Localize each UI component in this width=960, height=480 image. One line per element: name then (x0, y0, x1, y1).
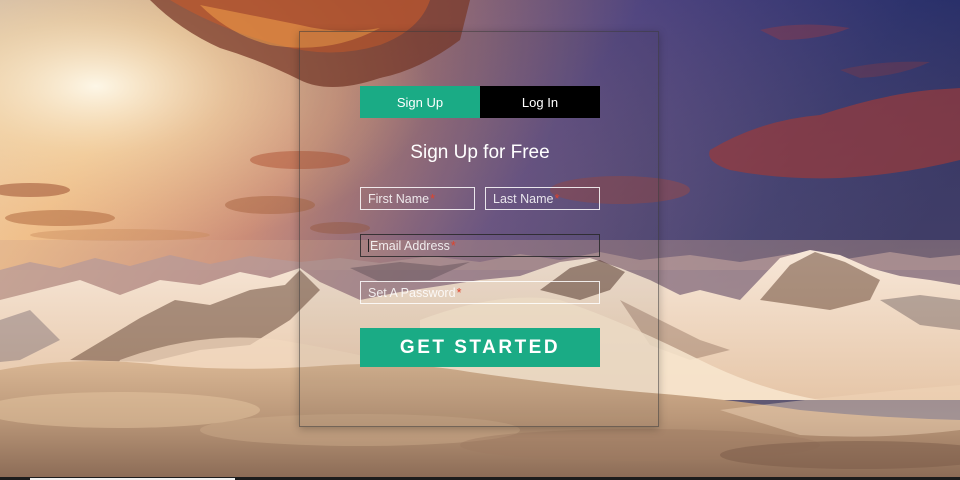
auth-tabs: Sign Up Log In (360, 86, 600, 118)
last-name-input[interactable]: Last Name * (485, 187, 600, 210)
password-input[interactable]: Set A Password * (360, 281, 600, 304)
get-started-button[interactable]: GET STARTED (360, 328, 600, 367)
required-asterisk: * (456, 285, 462, 300)
required-asterisk: * (554, 191, 560, 206)
first-name-input[interactable]: First Name * (360, 187, 475, 210)
required-asterisk: * (450, 238, 456, 253)
text-caret (368, 239, 369, 252)
email-placeholder: Email Address (370, 238, 450, 253)
password-placeholder: Set A Password (368, 285, 456, 300)
page: Sign Up Log In Sign Up for Free First Na… (0, 0, 960, 480)
form-title: Sign Up for Free (410, 142, 550, 163)
required-asterisk: * (430, 191, 435, 206)
first-name-placeholder: First Name (368, 191, 430, 206)
tab-log-in[interactable]: Log In (480, 86, 600, 118)
tab-sign-up[interactable]: Sign Up (360, 86, 480, 118)
email-input[interactable]: Email Address * (360, 234, 600, 257)
last-name-placeholder: Last Name (493, 191, 554, 206)
